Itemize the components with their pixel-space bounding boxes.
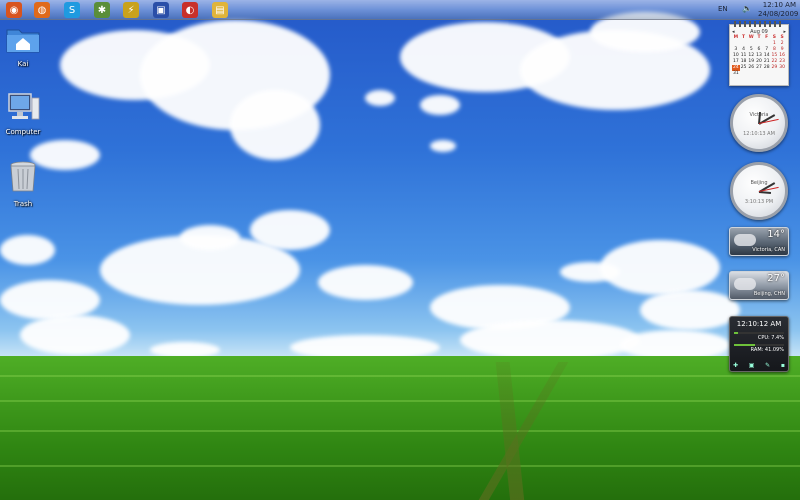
ram-bar: [734, 344, 784, 346]
ubuntu-icon[interactable]: ◉: [6, 2, 22, 18]
volume-icon[interactable]: 🔈: [742, 4, 752, 13]
clock-digital-time: 3:10:13 PM: [744, 199, 774, 205]
calendar-day: [740, 71, 748, 77]
add-icon[interactable]: ✚: [733, 362, 738, 369]
cpu-usage: CPU: 7.4%: [757, 335, 784, 341]
calendar-day: [755, 71, 763, 77]
desktop-icon-label: Trash: [13, 200, 33, 208]
calendar-day: [763, 71, 771, 77]
clock-digital-time: 12:10:13 AM: [743, 131, 775, 137]
keyboard-layout[interactable]: EN: [718, 5, 728, 13]
calendar-widget[interactable]: ◂ Aug 09 ▸ M T W T F S S 1 2 3 4 5 6 7 8 9 10 11 12 13 14 15 1…: [729, 21, 789, 86]
weather-widget-victoria[interactable]: 14° Victoria, CAN: [729, 227, 789, 256]
weather-location: Beijing, CHN: [753, 291, 785, 297]
monitor-icon[interactable]: ▣: [153, 2, 169, 18]
computer-icon: [8, 93, 40, 120]
lock-icon[interactable]: ▪: [781, 362, 785, 369]
clock-date[interactable]: 24/08/2009: [758, 10, 798, 18]
cloud-icon: [734, 278, 756, 290]
clock-widget-beijing[interactable]: Beijing 3:10:13 PM: [730, 162, 788, 220]
second-hand: [758, 118, 779, 124]
window-icon[interactable]: ▣: [749, 362, 755, 369]
cloud-icon: [734, 234, 756, 246]
home-folder-icon: [6, 29, 40, 53]
lightning-icon[interactable]: ⚡: [123, 2, 139, 18]
network-icon[interactable]: ✱: [94, 2, 110, 18]
weather-location: Victoria, CAN: [752, 247, 785, 253]
desktop-icon-label: Kai: [17, 60, 29, 68]
system-monitor-widget[interactable]: 12:10:12 AM CPU: 7.4% RAM: 41.09% ✚ ▣ ✎ …: [729, 316, 789, 372]
calendar-day: [778, 71, 786, 77]
ram-usage: RAM: 41.09%: [750, 347, 784, 353]
folder-icon[interactable]: ▤: [212, 2, 228, 18]
weather-temperature: 27°: [767, 273, 785, 284]
app-icon[interactable]: ◐: [182, 2, 198, 18]
sysmon-toolbar: ✚ ▣ ✎ ▪: [733, 362, 785, 369]
skype-icon[interactable]: S: [64, 2, 80, 18]
calendar-binding: [734, 21, 784, 27]
desktop-icon-trash[interactable]: Trash: [0, 160, 46, 208]
top-panel: ◉ ◍ S ✱ ⚡ ▣ ◐ ▤ EN 🔈 12:10 AM 24/08/2009: [0, 0, 800, 20]
desktop-wallpaper: [0, 0, 800, 500]
clock-widget-victoria[interactable]: Victoria 12:10:13 AM: [730, 94, 788, 152]
edit-icon[interactable]: ✎: [765, 362, 770, 369]
desktop-icon-home[interactable]: Kai: [0, 24, 46, 68]
weather-temperature: 14°: [767, 229, 785, 240]
calendar-day: [771, 71, 779, 77]
calendar-day: [747, 71, 755, 77]
calendar-day[interactable]: 31: [732, 71, 740, 77]
clock-time[interactable]: 12:10 AM: [758, 1, 796, 9]
desktop-icon-label: Computer: [5, 128, 41, 136]
trash-icon: [10, 161, 36, 192]
cpu-bar: [734, 332, 784, 334]
desktop-icon-computer[interactable]: Computer: [0, 92, 46, 136]
weather-widget-beijing[interactable]: 27° Beijing, CHN: [729, 271, 789, 300]
calendar-grid: M T W T F S S 1 2 3 4 5 6 7 8 9 10 11 12 13 14 15 16 17 18 19 20 21…: [732, 35, 786, 77]
sysmon-time: 12:10:12 AM: [736, 320, 782, 328]
firefox-icon[interactable]: ◍: [34, 2, 50, 18]
clock-city: Beijing: [750, 180, 768, 186]
